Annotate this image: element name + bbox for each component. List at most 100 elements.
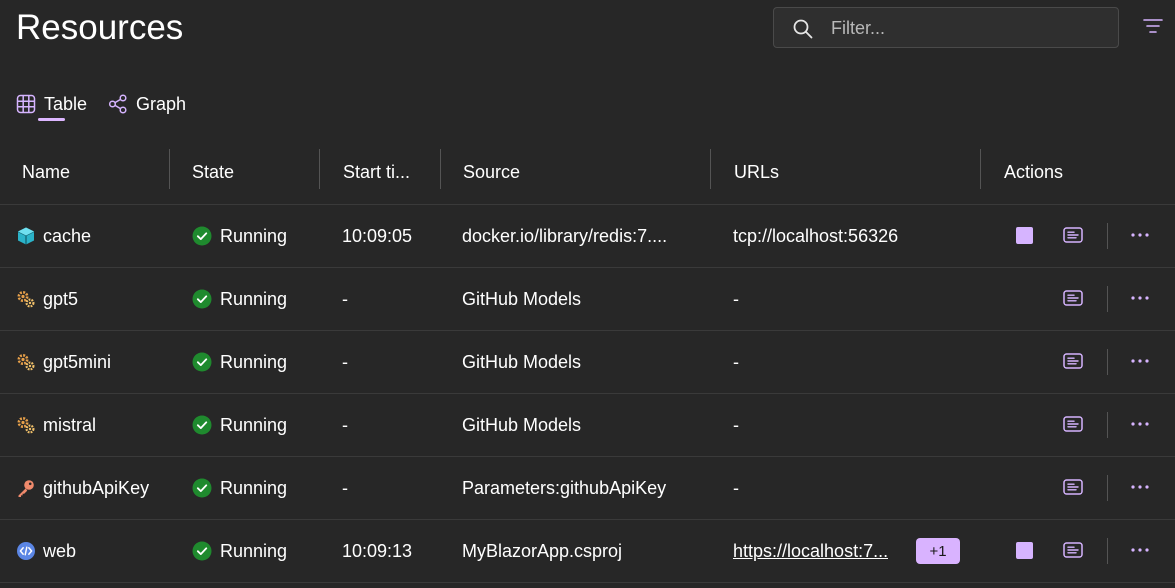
resource-start-time: - bbox=[342, 352, 348, 372]
actions-divider bbox=[1107, 223, 1108, 249]
filter-input[interactable] bbox=[829, 8, 1113, 49]
stop-button[interactable] bbox=[1016, 227, 1033, 244]
ellipsis-icon bbox=[1131, 548, 1149, 552]
resource-url-cell: - bbox=[733, 457, 739, 519]
resource-start-time: - bbox=[342, 289, 348, 309]
resource-url: - bbox=[733, 478, 739, 498]
tab-table[interactable]: Table bbox=[16, 88, 87, 120]
resource-state: Running bbox=[220, 289, 288, 309]
resource-name[interactable]: web bbox=[43, 520, 76, 582]
column-resize-handle[interactable] bbox=[440, 149, 441, 189]
resource-name-cell: cache bbox=[16, 205, 91, 267]
resource-start-time: - bbox=[342, 415, 348, 435]
filter-box[interactable] bbox=[773, 7, 1119, 49]
resource-state: Running bbox=[220, 415, 288, 435]
resource-source: MyBlazorApp.csproj bbox=[462, 541, 623, 561]
console-logs-icon bbox=[1063, 290, 1083, 306]
filter-lines-icon[interactable] bbox=[1143, 18, 1163, 34]
ellipsis-icon bbox=[1131, 296, 1149, 300]
more-urls-badge[interactable]: +1 bbox=[916, 538, 960, 564]
column-resize-handle[interactable] bbox=[319, 149, 320, 189]
console-logs-button[interactable] bbox=[1063, 227, 1083, 248]
running-check-icon bbox=[192, 226, 212, 246]
console-logs-button[interactable] bbox=[1063, 290, 1083, 311]
resource-url: tcp://localhost:56326 bbox=[733, 226, 899, 246]
column-header-actions: Actions bbox=[1004, 162, 1064, 182]
tab-graph-label: Graph bbox=[136, 93, 187, 114]
tab-table-label: Table bbox=[44, 93, 88, 114]
console-logs-icon bbox=[1063, 542, 1083, 558]
more-actions-button[interactable] bbox=[1130, 479, 1150, 500]
table-row[interactable]: cache Running 10:09:05 docker.io/library… bbox=[0, 205, 1175, 268]
resource-name[interactable]: githubApiKey bbox=[43, 457, 149, 519]
column-header-start-time[interactable]: Start ti... bbox=[343, 142, 415, 204]
page-title: Resources bbox=[16, 8, 184, 47]
gears-icon bbox=[16, 289, 36, 309]
resource-start-time: 10:09:13 bbox=[342, 541, 413, 561]
resource-state-cell: Running bbox=[192, 457, 287, 519]
resource-name-cell: gpt5mini bbox=[16, 331, 111, 393]
console-logs-button[interactable] bbox=[1063, 542, 1083, 563]
more-actions-button[interactable] bbox=[1130, 542, 1150, 563]
resource-url-cell: tcp://localhost:56326 bbox=[733, 205, 898, 267]
running-check-icon bbox=[192, 352, 212, 372]
resource-state-cell: Running bbox=[192, 394, 287, 456]
more-actions-button[interactable] bbox=[1130, 290, 1150, 311]
resource-source: GitHub Models bbox=[462, 289, 582, 309]
resource-url-cell: - bbox=[733, 394, 739, 456]
resource-name-cell: mistral bbox=[16, 394, 96, 456]
more-actions-button[interactable] bbox=[1130, 416, 1150, 437]
column-resize-handle[interactable] bbox=[710, 149, 711, 189]
console-logs-icon bbox=[1063, 227, 1083, 243]
column-resize-handle[interactable] bbox=[169, 149, 170, 189]
more-actions-button[interactable] bbox=[1130, 353, 1150, 374]
resource-start-time: 10:09:05 bbox=[342, 226, 413, 246]
table-row[interactable]: gpt5mini Running - GitHub Models - bbox=[0, 331, 1175, 394]
actions-divider bbox=[1107, 349, 1108, 375]
resource-url-cell: https://localhost:7... bbox=[733, 520, 888, 582]
resources-table: Name State Start ti... Source URLs Actio… bbox=[0, 142, 1175, 583]
resource-state-cell: Running bbox=[192, 205, 287, 267]
resource-url: - bbox=[733, 289, 739, 309]
console-logs-icon bbox=[1063, 353, 1083, 369]
resource-state: Running bbox=[220, 352, 288, 372]
column-header-source[interactable]: Source bbox=[463, 142, 520, 204]
ellipsis-icon bbox=[1131, 485, 1149, 489]
column-header-urls[interactable]: URLs bbox=[734, 142, 779, 204]
table-row[interactable]: githubApiKey Running - Parameters:github… bbox=[0, 457, 1175, 520]
resource-state: Running bbox=[220, 541, 288, 561]
table-row[interactable]: mistral Running - GitHub Models - bbox=[0, 394, 1175, 457]
table-header: Name State Start ti... Source URLs Actio… bbox=[0, 142, 1175, 205]
console-logs-button[interactable] bbox=[1063, 479, 1083, 500]
column-resize-handle[interactable] bbox=[980, 149, 981, 189]
column-header-name[interactable]: Name bbox=[22, 142, 70, 204]
column-header-state[interactable]: State bbox=[192, 142, 234, 204]
resource-source: GitHub Models bbox=[462, 415, 582, 435]
console-logs-icon bbox=[1063, 479, 1083, 495]
table-row[interactable]: web Running 10:09:13 MyBlazorApp.csproj … bbox=[0, 520, 1175, 583]
ellipsis-icon bbox=[1131, 359, 1149, 363]
console-logs-button[interactable] bbox=[1063, 416, 1083, 437]
resource-state: Running bbox=[220, 226, 288, 246]
resource-start-time: - bbox=[342, 478, 348, 498]
resource-state: Running bbox=[220, 478, 288, 498]
running-check-icon bbox=[192, 415, 212, 435]
resource-state-cell: Running bbox=[192, 268, 287, 330]
table-row[interactable]: gpt5 Running - GitHub Models - bbox=[0, 268, 1175, 331]
resource-source: Parameters:githubApiKey bbox=[462, 478, 667, 498]
stop-button[interactable] bbox=[1016, 542, 1033, 559]
code-icon bbox=[16, 541, 36, 561]
resource-name-cell: gpt5 bbox=[16, 268, 78, 330]
resource-name[interactable]: gpt5mini bbox=[43, 331, 111, 393]
more-actions-button[interactable] bbox=[1130, 227, 1150, 248]
console-logs-button[interactable] bbox=[1063, 353, 1083, 374]
resource-name[interactable]: mistral bbox=[43, 394, 96, 456]
resource-state-cell: Running bbox=[192, 520, 287, 582]
actions-divider bbox=[1107, 412, 1108, 438]
table-body: cache Running 10:09:05 docker.io/library… bbox=[0, 205, 1175, 583]
resource-name[interactable]: cache bbox=[43, 205, 91, 267]
resource-url-link[interactable]: https://localhost:7... bbox=[733, 541, 888, 561]
tab-graph[interactable]: Graph bbox=[108, 88, 186, 120]
resource-url-cell: - bbox=[733, 331, 739, 393]
resource-name[interactable]: gpt5 bbox=[43, 268, 78, 330]
